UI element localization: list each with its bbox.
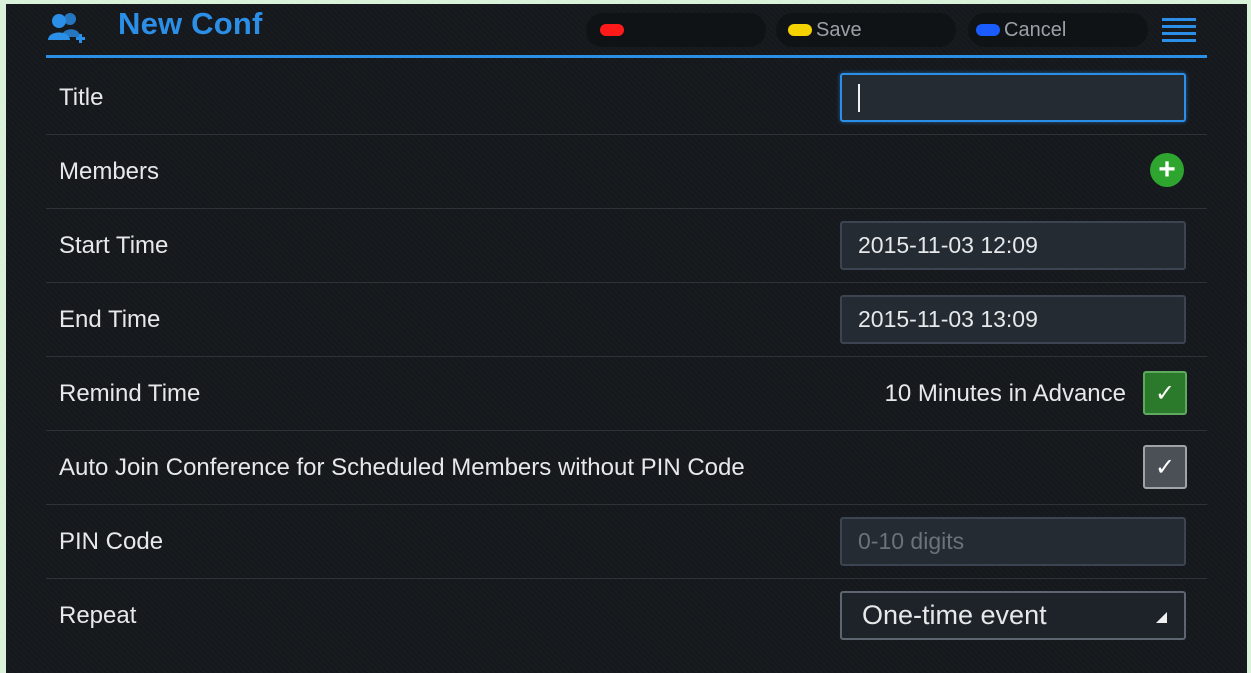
title-label: Title [59, 83, 104, 111]
plus-icon[interactable]: + [1150, 153, 1184, 187]
members-row: Members + [46, 135, 1207, 209]
yellow-key-icon [788, 24, 812, 36]
auto-join-row: Auto Join Conference for Scheduled Membe… [46, 431, 1207, 505]
text-cursor [858, 83, 860, 112]
remind-time-label: Remind Time [59, 379, 201, 407]
dropdown-triangle-icon [1156, 612, 1167, 623]
pin-code-label: PIN Code [59, 527, 164, 555]
screen: New Conf Save Cancel Title Members + Sta… [6, 4, 1247, 673]
cancel-button-label: Cancel [1004, 18, 1067, 41]
menu-icon[interactable] [1162, 18, 1196, 44]
start-time-field[interactable]: 2015-11-03 12:09 [840, 221, 1186, 270]
checkmark-icon: ✓ [1154, 379, 1176, 407]
auto-join-label: Auto Join Conference for Scheduled Membe… [59, 453, 745, 481]
header-divider [46, 55, 1207, 58]
repeat-label: Repeat [59, 601, 137, 629]
auto-join-checkbox[interactable]: ✓ [1143, 445, 1187, 489]
title-input[interactable] [840, 73, 1186, 122]
top-bar: New Conf Save Cancel [6, 4, 1247, 58]
cancel-button[interactable]: Cancel [968, 13, 1148, 47]
pin-code-input[interactable]: 0-10 digits [840, 517, 1186, 566]
end-time-row: End Time 2015-11-03 13:09 [46, 283, 1207, 357]
repeat-value: One-time event [862, 600, 1047, 630]
save-button-label: Save [816, 18, 862, 41]
title-row: Title [46, 61, 1207, 135]
remind-time-value[interactable]: 10 Minutes in Advance [885, 380, 1127, 408]
end-time-label: End Time [59, 305, 161, 333]
end-time-field[interactable]: 2015-11-03 13:09 [840, 295, 1186, 344]
page-title: New Conf [118, 6, 263, 41]
save-button[interactable]: Save [776, 13, 956, 47]
repeat-select[interactable]: One-time event [840, 591, 1186, 640]
red-key-icon [600, 24, 624, 36]
start-time-row: Start Time 2015-11-03 12:09 [46, 209, 1207, 283]
checkmark-icon: ✓ [1154, 453, 1176, 481]
add-contacts-icon [48, 13, 85, 43]
pin-code-row: PIN Code 0-10 digits [46, 505, 1207, 579]
remind-time-checkbox[interactable]: ✓ [1143, 371, 1187, 415]
members-label: Members [59, 157, 160, 185]
repeat-row: Repeat One-time event [46, 579, 1207, 652]
remind-time-row: Remind Time 10 Minutes in Advance ✓ [46, 357, 1207, 431]
blue-key-icon [976, 24, 1000, 36]
start-time-label: Start Time [59, 231, 169, 259]
red-softkey[interactable] [586, 13, 766, 47]
